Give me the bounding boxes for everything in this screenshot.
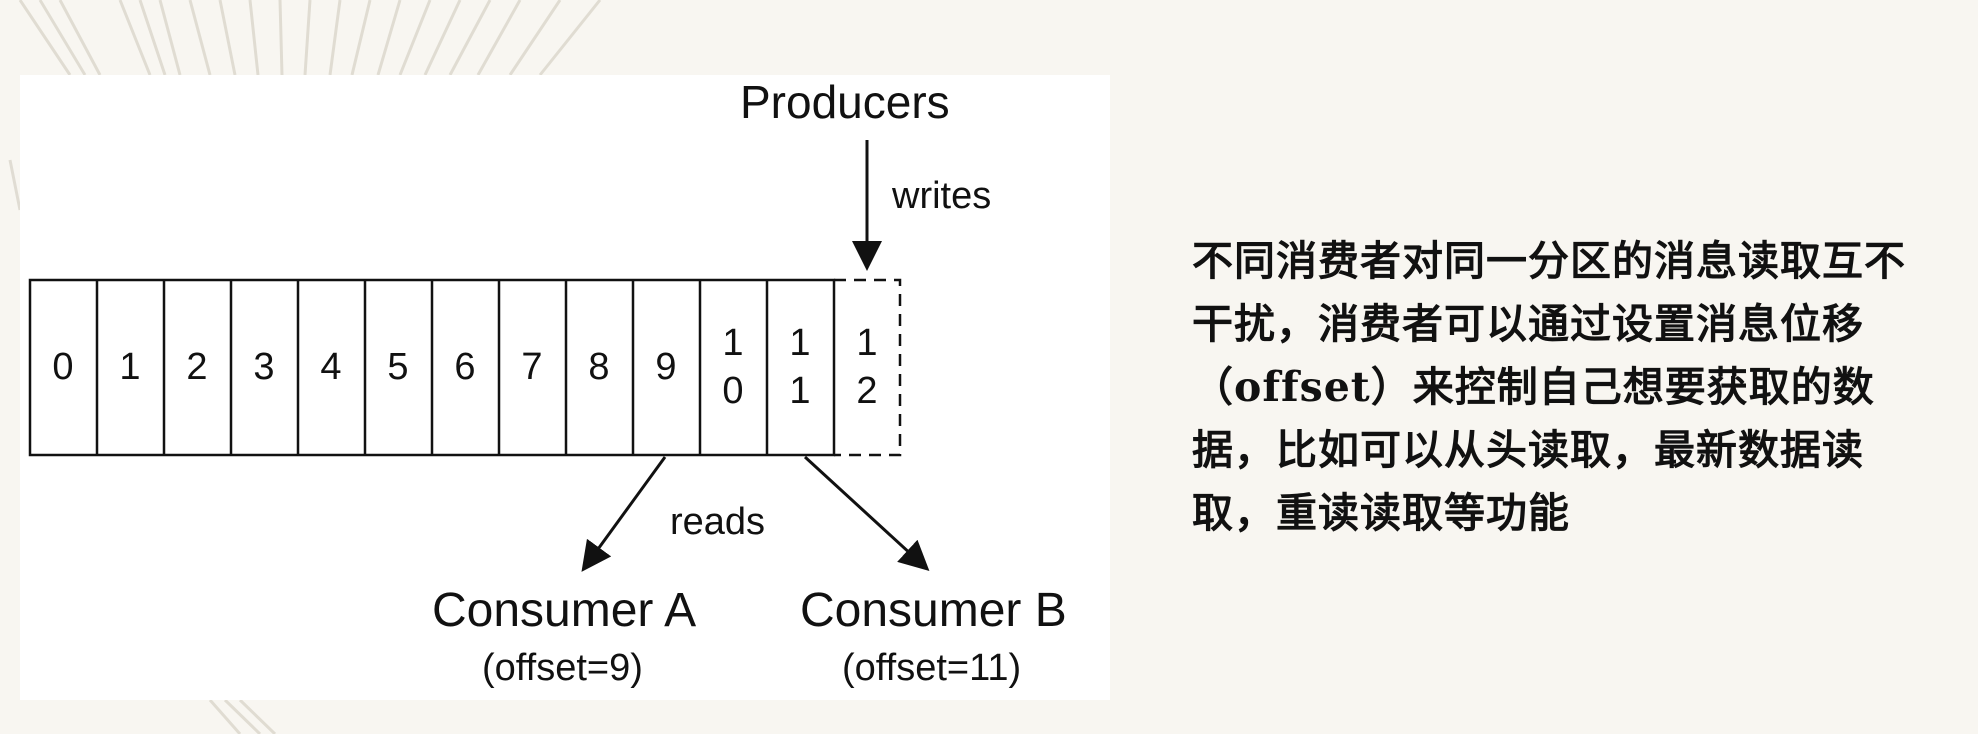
description-text: 不同消费者对同一分区的消息读取互不干扰，消费者可以通过设置消息位移（offset… bbox=[1192, 237, 1906, 537]
writes-label: writes bbox=[892, 175, 992, 217]
partition-cell: 1 bbox=[119, 345, 141, 388]
partition-cell: 8 bbox=[588, 345, 610, 388]
producers-label: Producers bbox=[740, 76, 950, 128]
kafka-partition-diagram: Producers writes reads Consumer A (offse… bbox=[20, 75, 1110, 700]
partition-cell: 5 bbox=[387, 345, 409, 388]
reads-arrow-b bbox=[803, 455, 930, 572]
partition-cell: 4 bbox=[320, 345, 342, 388]
partition-cell: 2 bbox=[186, 345, 208, 388]
consumer-a-offset: (offset=9) bbox=[482, 647, 643, 689]
partition-cell: 7 bbox=[521, 345, 543, 388]
partition-cell: 10 bbox=[722, 322, 744, 412]
reads-arrow-a bbox=[581, 456, 667, 572]
consumer-a-label: Consumer A bbox=[432, 584, 697, 637]
partition-cell: 9 bbox=[655, 345, 677, 388]
partition-cell: 3 bbox=[253, 345, 275, 388]
partition-cell: 6 bbox=[454, 345, 476, 388]
consumer-b-label: Consumer B bbox=[800, 584, 1067, 637]
consumer-b-offset: (offset=11) bbox=[842, 647, 1022, 689]
pending-partition-cell: 12 bbox=[856, 322, 878, 412]
reads-label: reads bbox=[670, 501, 766, 543]
partition-cell: 0 bbox=[52, 345, 74, 388]
partition-cell: 11 bbox=[789, 322, 811, 412]
